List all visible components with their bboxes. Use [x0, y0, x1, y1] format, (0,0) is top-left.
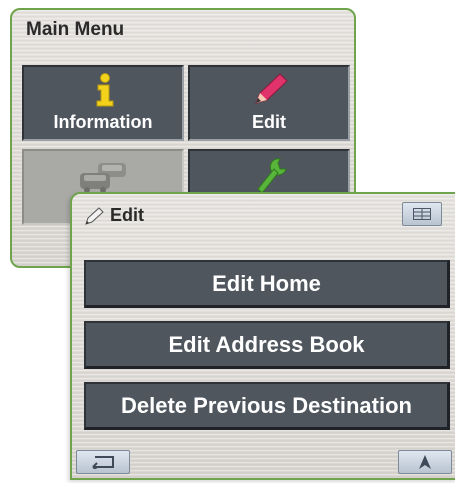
- edit-window-title: Edit: [110, 205, 144, 225]
- delete-previous-destination-button[interactable]: Delete Previous Destination: [84, 382, 450, 430]
- pencil-icon: [255, 73, 288, 104]
- navigation-arrow-icon: [419, 455, 431, 469]
- information-label: Information: [53, 112, 153, 132]
- edit-tile[interactable]: Edit: [188, 65, 350, 141]
- main-menu-title: Main Menu: [26, 19, 125, 40]
- grid-view-button[interactable]: [402, 202, 442, 226]
- grid-icon: [413, 208, 431, 220]
- back-arrow-icon: [92, 456, 114, 469]
- edit-window: Edit Edit Home Edit Address Book Delete …: [70, 192, 455, 480]
- traffic-cars-icon: [80, 163, 126, 193]
- back-button[interactable]: [76, 450, 130, 474]
- edit-tile-label: Edit: [252, 112, 286, 132]
- information-tile[interactable]: Information: [22, 65, 184, 141]
- info-icon: [96, 73, 114, 107]
- edit-window-titlebar: Edit: [72, 194, 455, 238]
- edit-address-book-button[interactable]: Edit Address Book: [84, 321, 450, 369]
- pencil-icon: [85, 206, 104, 225]
- edit-home-button[interactable]: Edit Home: [84, 260, 450, 308]
- navigate-button[interactable]: [398, 450, 452, 474]
